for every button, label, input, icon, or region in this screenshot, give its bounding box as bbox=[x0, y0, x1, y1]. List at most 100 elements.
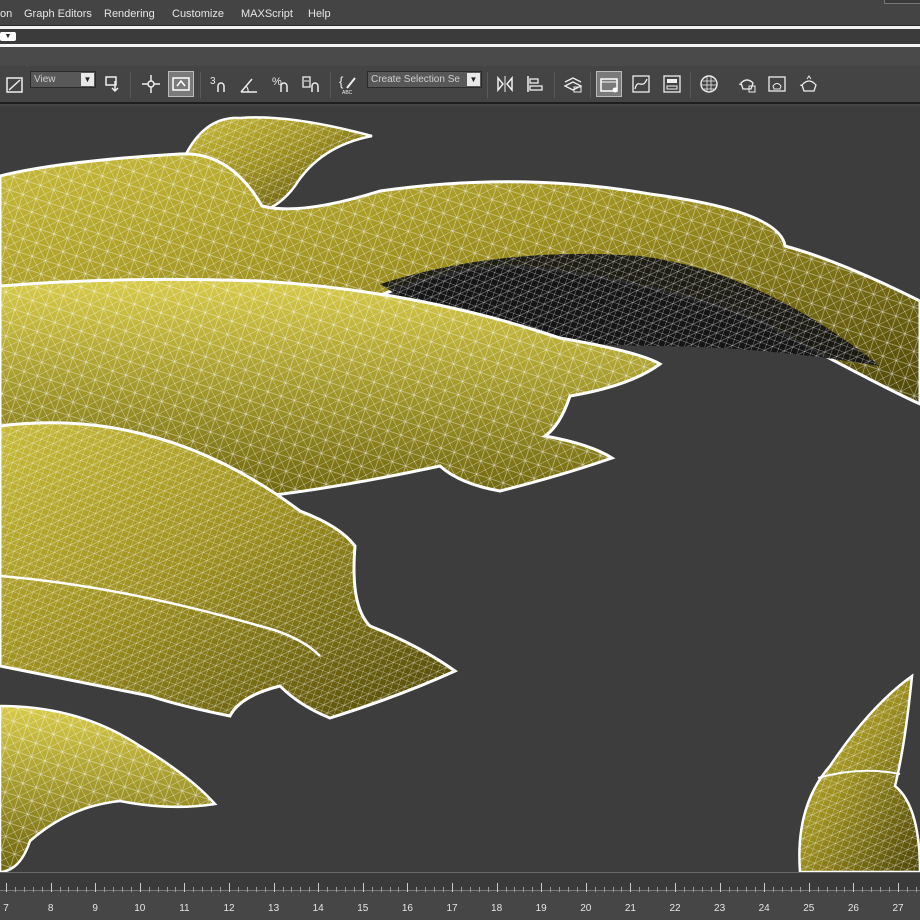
menu-bar: on Graph Editors Rendering Customize MAX… bbox=[0, 0, 920, 26]
timeline-tick-label: 9 bbox=[92, 903, 98, 914]
timeline-minor-tick bbox=[826, 887, 828, 892]
timeline-major-tick bbox=[50, 883, 52, 892]
wireframe-model-canvas[interactable] bbox=[0, 106, 920, 872]
menu-item-customize[interactable]: Customize bbox=[172, 8, 224, 20]
timeline-minor-tick bbox=[23, 887, 25, 892]
timeline-minor-tick bbox=[113, 887, 115, 892]
main-toolbar: View ▼ 3 % {ABC Create Selection Se ▼ bbox=[0, 66, 920, 104]
timeline-minor-tick bbox=[790, 887, 792, 892]
timeline-tick-label: 20 bbox=[580, 903, 592, 914]
timeline-minor-tick bbox=[175, 887, 177, 892]
timeline-major-tick bbox=[139, 883, 141, 892]
perspective-viewport[interactable] bbox=[0, 106, 920, 872]
toolbar-separator bbox=[487, 72, 488, 98]
timeline-minor-tick bbox=[862, 887, 864, 892]
timeline-minor-tick bbox=[728, 887, 730, 892]
timeline-major-tick bbox=[229, 883, 230, 892]
timeline-minor-tick bbox=[469, 887, 471, 892]
timeline-minor-tick bbox=[77, 887, 79, 892]
timeline-minor-tick bbox=[487, 887, 489, 892]
edit-named-sets-icon[interactable]: {ABC bbox=[336, 71, 362, 97]
menu-item-maxscript[interactable]: MAXScript bbox=[241, 8, 293, 20]
chevron-down-icon[interactable]: ▼ bbox=[467, 73, 480, 86]
timeline-minor-tick bbox=[683, 887, 685, 892]
timeline-tick-label: 27 bbox=[892, 903, 904, 914]
timeline-tick-label: 15 bbox=[357, 903, 369, 914]
timeline-minor-tick bbox=[166, 887, 168, 892]
timeline-minor-tick bbox=[282, 887, 284, 892]
select-manipulate-icon[interactable] bbox=[138, 71, 164, 97]
rendered-frame-window-icon[interactable] bbox=[764, 71, 790, 97]
menu-item-graph-editors[interactable]: Graph Editors bbox=[24, 8, 92, 20]
ribbon-toggle-button[interactable]: ▼ bbox=[0, 32, 16, 41]
window-control-area[interactable] bbox=[884, 0, 920, 4]
timeline-minor-tick bbox=[353, 887, 355, 892]
timeline-minor-tick bbox=[264, 887, 266, 892]
timeline-minor-tick bbox=[710, 887, 712, 892]
timeline-minor-tick bbox=[202, 887, 204, 892]
timeline-minor-tick bbox=[567, 887, 569, 892]
timeline-tick-label: 26 bbox=[847, 903, 859, 914]
timeline-minor-tick bbox=[639, 887, 641, 892]
spinner-snap-icon[interactable] bbox=[298, 71, 324, 97]
timeline-minor-tick bbox=[799, 887, 801, 892]
schematic-view-icon[interactable] bbox=[659, 71, 685, 97]
wireframe-blade-bottom bbox=[0, 704, 218, 872]
menu-item-help[interactable]: Help bbox=[308, 8, 331, 20]
menu-item-animation[interactable]: on bbox=[0, 8, 12, 20]
timeline-minor-tick bbox=[692, 887, 694, 892]
timeline-minor-tick bbox=[835, 887, 837, 892]
timeline-tick-label: 7 bbox=[3, 903, 9, 914]
timeline-major-tick bbox=[719, 883, 721, 892]
timeline-minor-tick bbox=[398, 887, 400, 892]
menu-item-rendering[interactable]: Rendering bbox=[104, 8, 155, 20]
timeline-minor-tick bbox=[193, 887, 195, 892]
timeline-ruler[interactable]: 7 8 9 10 11 12 13 14 15 16 17 18 19 20 21 22 23 24 25 26 27 bbox=[0, 872, 920, 920]
pivot-icon[interactable] bbox=[100, 71, 126, 97]
timeline-minor-tick bbox=[14, 887, 16, 892]
timeline-minor-tick bbox=[621, 887, 623, 892]
timeline-minor-tick bbox=[576, 887, 578, 892]
timeline-minor-tick bbox=[327, 887, 329, 892]
mirror-icon[interactable] bbox=[492, 71, 518, 97]
timeline-minor-tick bbox=[666, 887, 668, 892]
select-region-icon[interactable] bbox=[2, 71, 28, 97]
curve-editor-icon[interactable] bbox=[628, 71, 654, 97]
timeline-minor-tick bbox=[220, 887, 222, 892]
percent-snap-icon[interactable]: % bbox=[268, 71, 294, 97]
timeline-minor-tick bbox=[255, 887, 257, 892]
render-production-icon[interactable] bbox=[796, 71, 822, 97]
named-selection-sets-input[interactable]: Create Selection Se ▼ bbox=[367, 71, 482, 88]
timeline-minor-tick bbox=[532, 887, 534, 892]
timeline-minor-tick bbox=[648, 887, 650, 892]
timeline-minor-tick bbox=[906, 887, 908, 892]
svg-text:3: 3 bbox=[210, 76, 216, 87]
snaps-toggle-icon[interactable]: 3 bbox=[206, 71, 232, 97]
reference-coordinate-value: View bbox=[34, 74, 56, 85]
material-editor-icon[interactable] bbox=[696, 71, 722, 97]
timeline-minor-tick bbox=[130, 887, 132, 892]
timeline-major-tick bbox=[585, 883, 587, 892]
timeline-tick-label: 17 bbox=[446, 903, 458, 914]
toolbar-separator bbox=[590, 72, 591, 98]
named-selection-sets-placeholder: Create Selection Se bbox=[371, 74, 460, 85]
timeline-minor-tick bbox=[157, 887, 159, 892]
timeline-major-tick bbox=[407, 883, 409, 892]
timeline-major-tick bbox=[273, 883, 275, 892]
reference-coordinate-dropdown[interactable]: View ▼ bbox=[30, 71, 96, 88]
graphite-ribbon-icon[interactable] bbox=[596, 71, 622, 97]
angle-snap-icon[interactable] bbox=[236, 71, 262, 97]
timeline-minor-tick bbox=[755, 887, 757, 892]
timeline-minor-tick bbox=[309, 887, 311, 892]
align-icon[interactable] bbox=[522, 71, 548, 97]
layer-manager-icon[interactable] bbox=[560, 71, 586, 97]
timeline-minor-tick bbox=[889, 887, 891, 892]
render-setup-icon[interactable] bbox=[734, 71, 760, 97]
timeline-minor-tick bbox=[443, 887, 445, 892]
timeline-minor-tick bbox=[336, 887, 338, 892]
timeline-tick-label: 16 bbox=[401, 903, 413, 914]
timeline-major-tick bbox=[6, 883, 7, 892]
timeline-tick-label: 24 bbox=[758, 903, 770, 914]
keyboard-shortcut-override-icon[interactable] bbox=[168, 71, 194, 97]
timeline-minor-tick bbox=[211, 887, 213, 892]
